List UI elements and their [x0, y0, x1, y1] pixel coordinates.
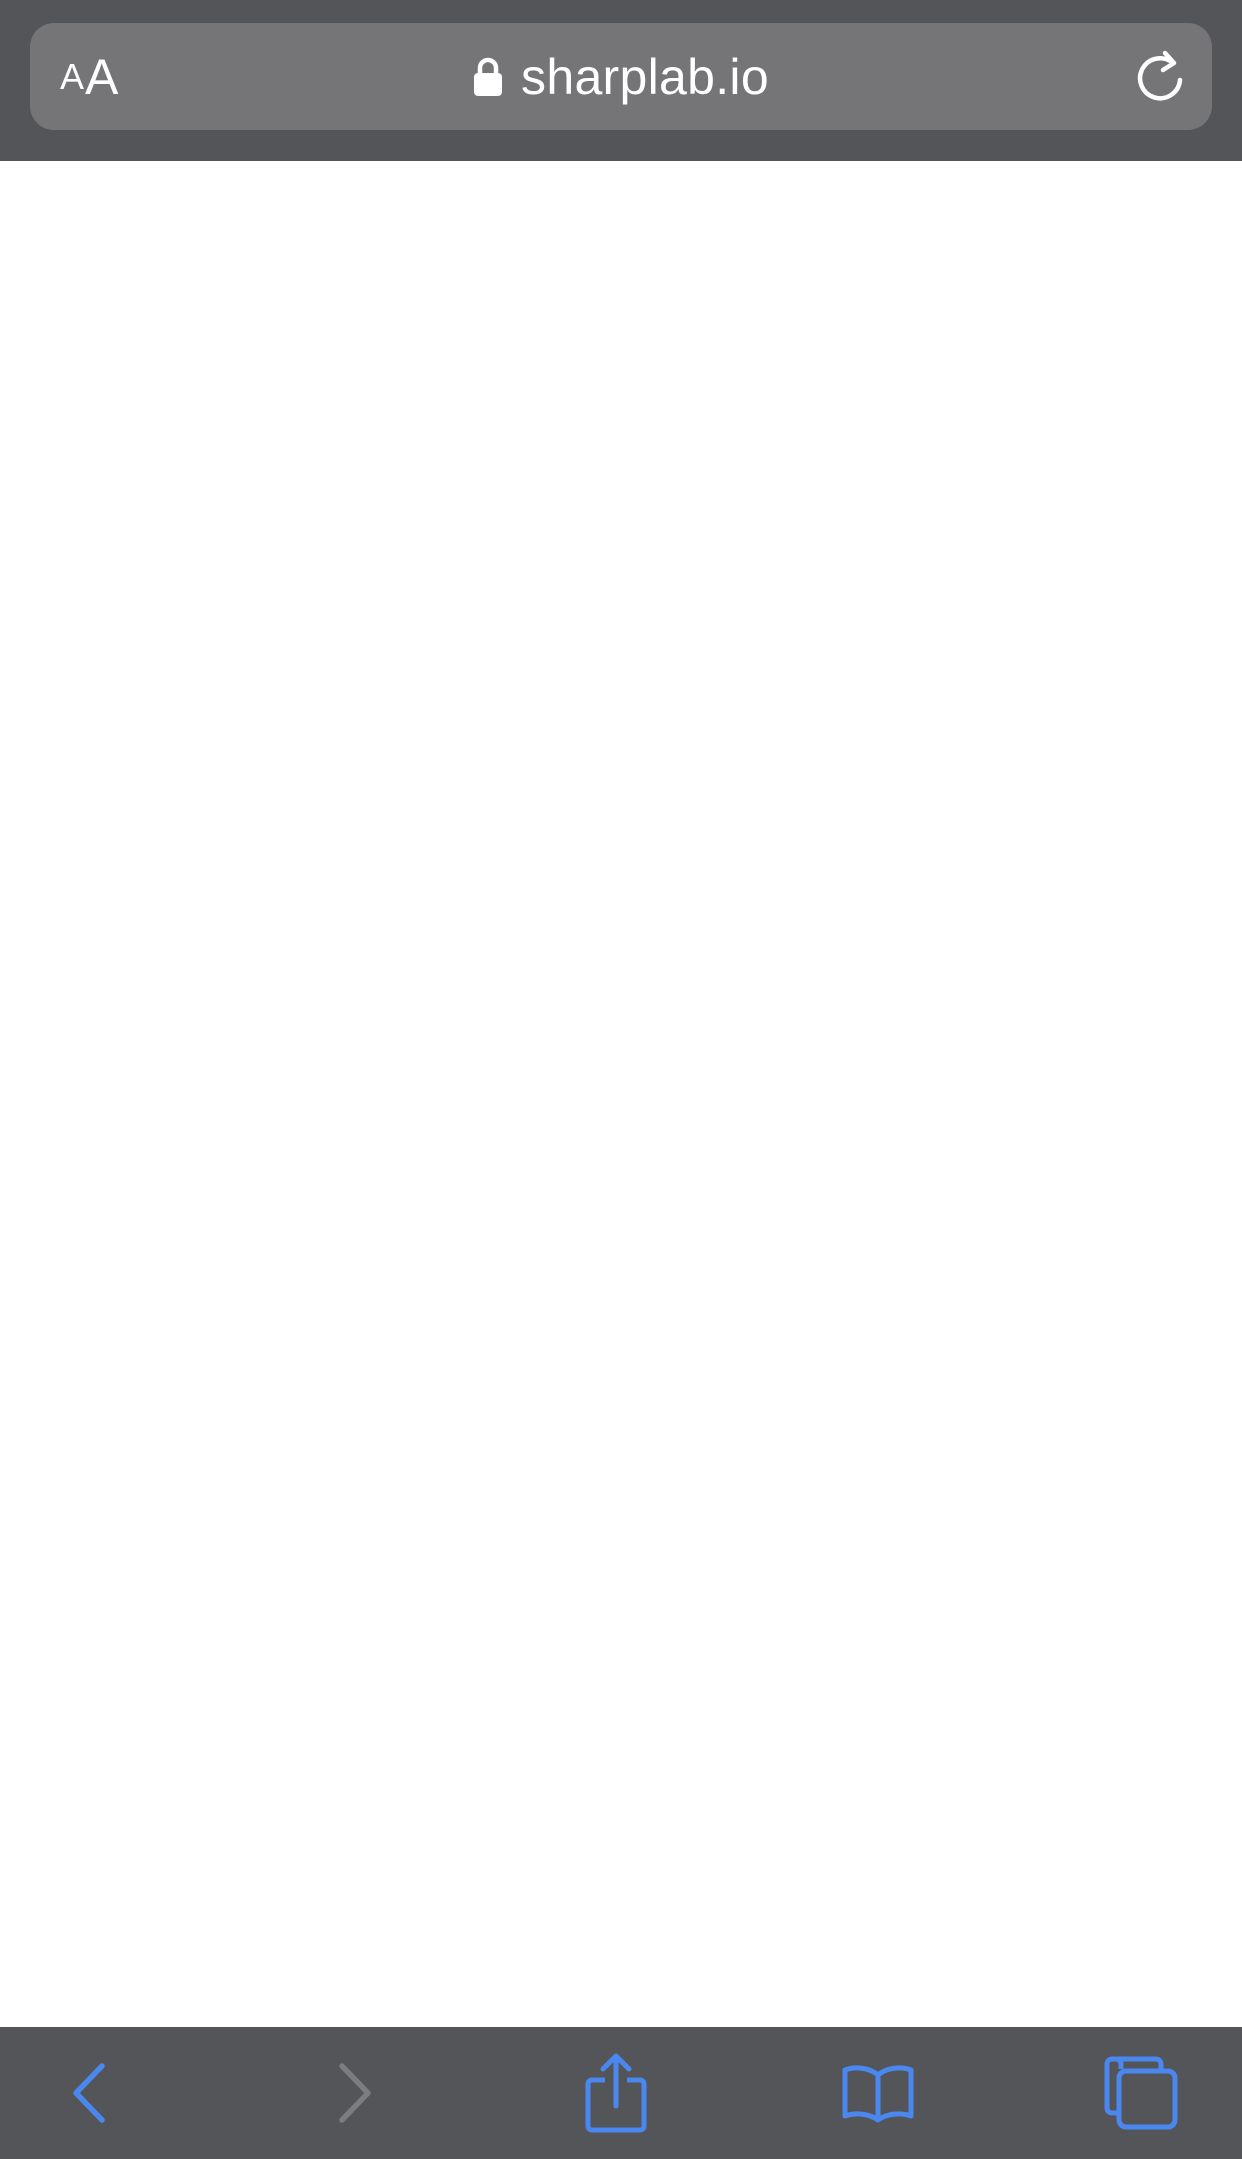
lock-icon	[474, 57, 503, 96]
bottom-toolbar	[0, 2027, 1242, 2159]
address-bar[interactable]: A A sharplab.io	[30, 23, 1212, 130]
share-button[interactable]	[546, 2027, 686, 2159]
forward-button[interactable]	[283, 2027, 423, 2159]
share-icon	[585, 2053, 647, 2133]
safari-screen: A A sharplab.io	[0, 0, 1242, 2159]
tabs-icon	[1104, 2056, 1178, 2130]
back-button[interactable]	[21, 2027, 161, 2159]
back-chevron-icon	[73, 2063, 105, 2123]
book-icon	[842, 2065, 914, 2123]
url-display[interactable]: sharplab.io	[30, 23, 1212, 130]
bookmarks-button[interactable]	[808, 2027, 948, 2159]
reload-icon[interactable]	[1130, 47, 1190, 107]
forward-chevron-icon	[339, 2063, 371, 2123]
web-content-area[interactable]	[0, 161, 1242, 2027]
url-text: sharplab.io	[521, 48, 769, 105]
top-address-bar-area: A A sharplab.io	[0, 0, 1242, 161]
tabs-button[interactable]	[1071, 2027, 1211, 2159]
